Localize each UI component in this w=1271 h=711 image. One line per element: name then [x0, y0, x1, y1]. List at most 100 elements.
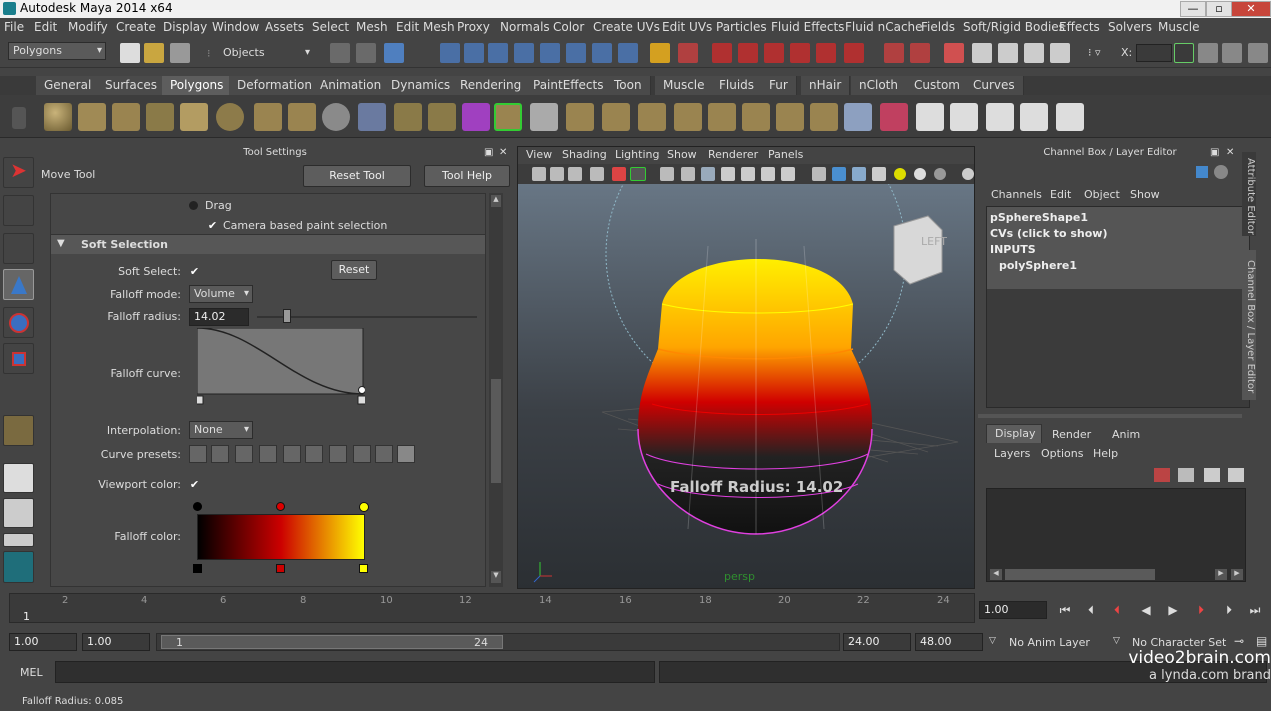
- menu-edit-uvs[interactable]: Edit UVs: [662, 20, 712, 34]
- make-live-icon[interactable]: [816, 43, 836, 63]
- cb-manipulator-icon[interactable]: [1196, 166, 1208, 178]
- bookmarks-icon[interactable]: [568, 167, 582, 181]
- anim-layer-dropdown[interactable]: No Anim Layer: [1009, 636, 1090, 649]
- auto-key-icon[interactable]: ⊸: [1234, 634, 1244, 648]
- cvs-item[interactable]: CVs (click to show): [990, 227, 1108, 240]
- image-plane-icon[interactable]: [590, 167, 604, 181]
- side-tab-attribute-editor[interactable]: Attribute Editor: [1242, 152, 1256, 236]
- falloff-radius-field[interactable]: 14.02: [189, 308, 249, 326]
- move-tool-icon[interactable]: [3, 269, 34, 300]
- step-forward-frame-icon[interactable]: ⏵: [1220, 601, 1238, 619]
- bevel-icon[interactable]: [810, 103, 838, 131]
- layer-menu-layers[interactable]: Layers: [994, 447, 1030, 460]
- menu-fluid-ncache[interactable]: Fluid nCache: [845, 20, 923, 34]
- current-frame-marker[interactable]: 1: [23, 610, 30, 623]
- render-current-frame-icon[interactable]: [998, 43, 1018, 63]
- curve-preset-7-icon[interactable]: [329, 445, 347, 463]
- output-connections-icon[interactable]: [910, 43, 930, 63]
- camera-paint-checkbox[interactable]: ✔: [206, 220, 219, 233]
- tab-painteffects[interactable]: PaintEffects: [525, 76, 613, 95]
- falloff-color-key-black[interactable]: [193, 502, 202, 511]
- go-to-end-icon[interactable]: ⏭: [1246, 601, 1264, 619]
- four-view-layout-icon[interactable]: [3, 498, 34, 528]
- vp-menu-lighting[interactable]: Lighting: [615, 148, 659, 161]
- cb-menu-channels[interactable]: Channels: [991, 188, 1042, 201]
- snap-to-grids-icon[interactable]: [712, 43, 732, 63]
- bridge-icon[interactable]: [602, 103, 630, 131]
- smooth-proxy-icon[interactable]: [462, 103, 490, 131]
- scroll-down-icon[interactable]: ▼: [491, 571, 501, 583]
- command-input[interactable]: [55, 661, 655, 683]
- new-layer-icon[interactable]: [1154, 468, 1170, 482]
- select-joints-icon[interactable]: [464, 43, 484, 63]
- poly-cone-icon[interactable]: [146, 103, 174, 131]
- falloff-color-key-yellow[interactable]: [359, 502, 369, 512]
- close-button[interactable]: ✕: [1231, 1, 1271, 17]
- menu-muscle[interactable]: Muscle: [1158, 20, 1200, 34]
- tool-help-button[interactable]: Tool Help: [424, 165, 510, 187]
- menu-mesh[interactable]: Mesh: [356, 20, 388, 34]
- poly-pyramid-icon[interactable]: [254, 103, 282, 131]
- average-vertices-icon[interactable]: [494, 103, 522, 131]
- falloff-color-swatch-yellow[interactable]: [359, 564, 368, 573]
- view-cube[interactable]: LEFT: [893, 215, 947, 285]
- single-perspective-layout-icon[interactable]: [3, 463, 34, 493]
- show-hide-layer-editor-icon[interactable]: [1248, 43, 1268, 63]
- 2d-pan-zoom-icon[interactable]: [612, 167, 626, 181]
- poly-plane-icon[interactable]: [180, 103, 208, 131]
- tab-toon[interactable]: Toon: [606, 76, 651, 95]
- poly-cube-icon[interactable]: [78, 103, 106, 131]
- time-slider[interactable]: 2 4 6 8 10 12 14 16 18 20 22 24 1 1.00 ⏮…: [0, 591, 1271, 626]
- motion-blur-icon[interactable]: [962, 168, 974, 180]
- scroll-thumb[interactable]: [491, 379, 501, 483]
- rotate-tool-icon[interactable]: [3, 307, 34, 338]
- viewport-color-checkbox[interactable]: ✔: [188, 479, 201, 492]
- tab-ncloth[interactable]: nCloth: [851, 76, 907, 95]
- reset-button[interactable]: Reset: [331, 260, 377, 280]
- vp-menu-shading[interactable]: Shading: [562, 148, 607, 161]
- offset-edge-loop-icon[interactable]: [742, 103, 770, 131]
- grid-icon[interactable]: [660, 167, 674, 181]
- curve-preset-8-icon[interactable]: [353, 445, 371, 463]
- safe-title-icon[interactable]: [781, 167, 795, 181]
- animation-end-field[interactable]: 48.00: [915, 633, 983, 651]
- play-forwards-icon[interactable]: ▶: [1164, 601, 1182, 619]
- cylindrical-mapping-icon[interactable]: [880, 103, 908, 131]
- select-deformations-icon[interactable]: [540, 43, 560, 63]
- menu-file[interactable]: File: [4, 20, 24, 34]
- poly-sphere-icon[interactable]: [44, 103, 72, 131]
- sew-uv-edges-icon[interactable]: [1020, 103, 1048, 131]
- layer-move-down-icon[interactable]: [1228, 468, 1244, 482]
- playback-start-field[interactable]: 1.00: [82, 633, 150, 651]
- layer-scroll-left-icon[interactable]: ◀: [990, 569, 1002, 580]
- new-layer-selected-icon[interactable]: [1178, 468, 1194, 482]
- script-language-label[interactable]: MEL: [20, 666, 43, 679]
- layer-menu-help[interactable]: Help: [1093, 447, 1118, 460]
- range-slider-track[interactable]: 1 24: [156, 633, 840, 651]
- insert-edge-loop-icon[interactable]: [708, 103, 736, 131]
- wireframe-on-shaded-icon[interactable]: [852, 167, 866, 181]
- poly-sphere-input[interactable]: polySphere1: [999, 259, 1077, 272]
- menu-solvers[interactable]: Solvers: [1108, 20, 1152, 34]
- tab-fur[interactable]: Fur: [761, 76, 797, 95]
- select-surfaces-icon[interactable]: [514, 43, 534, 63]
- grease-pencil-icon[interactable]: [630, 167, 646, 181]
- curve-preset-9-icon[interactable]: [375, 445, 393, 463]
- current-time-field[interactable]: 1.00: [979, 601, 1047, 619]
- lasso-tool-icon[interactable]: [3, 195, 34, 226]
- curve-preset-3-icon[interactable]: [235, 445, 253, 463]
- menu-fluid-effects[interactable]: Fluid Effects: [771, 20, 844, 34]
- extract-icon[interactable]: [428, 103, 456, 131]
- numeric-input-mode-icon[interactable]: ⁝ ▿: [1088, 46, 1101, 59]
- animation-preferences-icon[interactable]: ▤: [1256, 634, 1267, 648]
- drag-radio[interactable]: [189, 201, 198, 210]
- curve-preset-2-icon[interactable]: [211, 445, 229, 463]
- vp-menu-panels[interactable]: Panels: [768, 148, 803, 161]
- time-slider-track[interactable]: 2 4 6 8 10 12 14 16 18 20 22 24 1: [9, 593, 975, 623]
- reset-tool-button[interactable]: Reset Tool: [303, 165, 411, 187]
- curve-preset-4-icon[interactable]: [259, 445, 277, 463]
- select-handles-icon[interactable]: [440, 43, 460, 63]
- layer-tab-render[interactable]: Render: [1052, 428, 1091, 441]
- step-back-frame-icon[interactable]: ⏴: [1082, 601, 1100, 619]
- vp-menu-renderer[interactable]: Renderer: [708, 148, 758, 161]
